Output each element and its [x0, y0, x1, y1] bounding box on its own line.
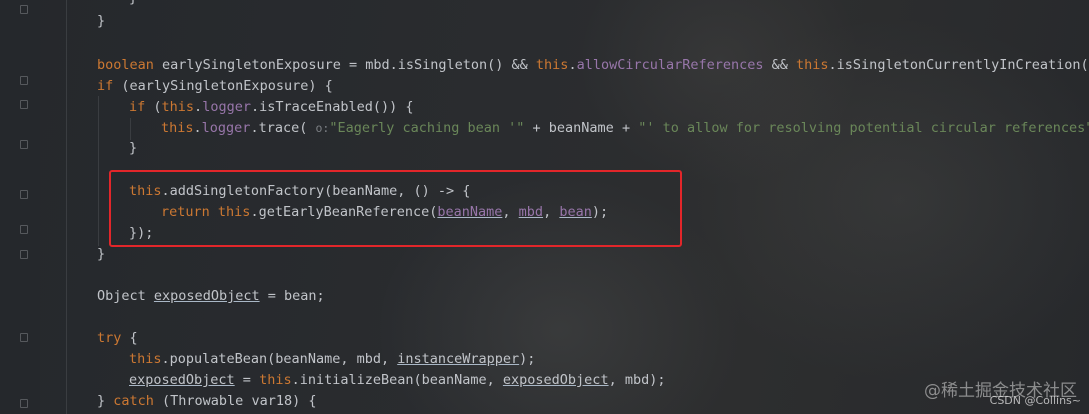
indent-guide — [98, 96, 99, 246]
code-line: Object exposedObject = bean; — [97, 288, 325, 304]
indent-guide — [130, 118, 131, 140]
fold-marker-icon[interactable] — [20, 5, 28, 14]
annotation-highlight-box — [109, 170, 682, 247]
indent-guide — [66, 0, 67, 414]
code-line: } — [97, 13, 106, 29]
fold-marker-icon[interactable] — [20, 190, 28, 199]
fold-marker-icon[interactable] — [20, 333, 28, 342]
fold-marker-icon[interactable] — [20, 100, 28, 109]
editor-gutter — [0, 0, 40, 414]
fold-marker-icon[interactable] — [20, 76, 28, 85]
code-line: exposedObject = this.initializeBean(bean… — [129, 372, 666, 388]
fold-marker-icon[interactable] — [20, 225, 28, 234]
code-line: } — [129, 140, 138, 156]
watermark-user: CSDN @Collins~ — [989, 394, 1081, 407]
code-line: try { — [97, 330, 138, 346]
fold-marker-icon[interactable] — [20, 140, 28, 149]
code-line: boolean earlySingletonExposure = mbd.isS… — [97, 57, 1089, 73]
code-line: this.logger.trace( o:"Eagerly caching be… — [161, 120, 1089, 136]
code-line: } catch (Throwable var18) { — [97, 393, 317, 409]
code-line: this.populateBean(beanName, mbd, instanc… — [129, 351, 536, 367]
code-line: } — [97, 246, 106, 262]
fold-marker-icon[interactable] — [20, 250, 28, 259]
code-line: } — [129, 0, 137, 8]
code-line: if (this.logger.isTraceEnabled()) { — [129, 99, 414, 115]
fold-marker-icon[interactable] — [20, 399, 28, 408]
parameter-hint: o: — [315, 121, 330, 135]
code-line: if (earlySingletonExposure) { — [97, 78, 333, 94]
